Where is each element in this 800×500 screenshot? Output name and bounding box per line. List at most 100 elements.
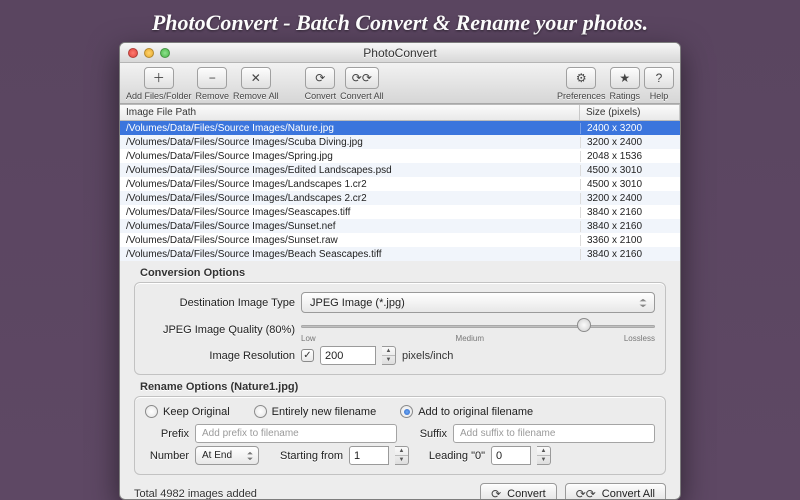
convert-all-label: Convert All bbox=[340, 91, 384, 101]
app-window: PhotoConvert ＋ Add Files/Folder − Remove… bbox=[119, 42, 681, 500]
titlebar: PhotoConvert bbox=[120, 43, 680, 63]
remove-button[interactable]: − bbox=[197, 67, 227, 89]
ratings-button[interactable]: ★ bbox=[610, 67, 640, 89]
suffix-label: Suffix bbox=[403, 428, 447, 440]
minimize-icon[interactable] bbox=[144, 48, 154, 58]
cell-size: 4500 x 3010 bbox=[580, 179, 680, 190]
cell-size: 3840 x 2160 bbox=[580, 207, 680, 218]
cell-path: /Volumes/Data/Files/Source Images/Sunset… bbox=[120, 221, 580, 232]
footer-convert-button[interactable]: ⟳Convert bbox=[480, 483, 557, 500]
star-icon: ★ bbox=[619, 72, 630, 84]
table-row[interactable]: /Volumes/Data/Files/Source Images/Seasca… bbox=[120, 205, 680, 219]
quality-label: JPEG Image Quality (80%) bbox=[145, 324, 295, 336]
table-header: Image File Path Size (pixels) bbox=[120, 105, 680, 121]
table-body: /Volumes/Data/Files/Source Images/Nature… bbox=[120, 121, 680, 261]
help-button[interactable]: ? bbox=[644, 67, 674, 89]
leading-zero-field[interactable]: 0 bbox=[491, 446, 531, 465]
dest-type-value: JPEG Image (*.jpg) bbox=[310, 297, 405, 309]
conversion-options-title: Conversion Options bbox=[140, 267, 666, 279]
suffix-field[interactable]: Add suffix to filename bbox=[453, 424, 655, 443]
quality-slider[interactable] bbox=[301, 316, 655, 336]
cell-path: /Volumes/Data/Files/Source Images/Seasca… bbox=[120, 207, 580, 218]
resolution-field[interactable]: 200 bbox=[320, 346, 376, 365]
dest-type-label: Destination Image Type bbox=[145, 297, 295, 309]
dest-type-select[interactable]: JPEG Image (*.jpg) bbox=[301, 292, 655, 313]
table-row[interactable]: /Volumes/Data/Files/Source Images/Nature… bbox=[120, 121, 680, 135]
preferences-label: Preferences bbox=[557, 91, 606, 101]
preferences-button[interactable]: ⚙ bbox=[566, 67, 596, 89]
plus-icon: ＋ bbox=[153, 72, 165, 84]
add-files-button[interactable]: ＋ bbox=[144, 67, 174, 89]
toolbar: ＋ Add Files/Folder − Remove ✕ Remove All… bbox=[120, 63, 680, 104]
rename-options-group: Keep Original Entirely new filename Add … bbox=[134, 396, 666, 475]
cell-size: 4500 x 3010 bbox=[580, 165, 680, 176]
convert-all-button[interactable]: ⟳⟳ bbox=[345, 67, 379, 89]
radio-add-to-filename[interactable]: Add to original filename bbox=[400, 405, 533, 418]
cell-path: /Volumes/Data/Files/Source Images/Spring… bbox=[120, 151, 580, 162]
help-label: Help bbox=[650, 91, 669, 101]
remove-all-label: Remove All bbox=[233, 91, 279, 101]
convert-all-icon: ⟳⟳ bbox=[352, 72, 372, 84]
remove-label: Remove bbox=[196, 91, 230, 101]
cell-size: 3840 x 2160 bbox=[580, 249, 680, 260]
x-icon: ✕ bbox=[251, 72, 261, 84]
window-title: PhotoConvert bbox=[120, 46, 680, 60]
convert-button[interactable]: ⟳ bbox=[305, 67, 335, 89]
leading-zero-label: Leading "0" bbox=[415, 450, 485, 462]
file-table: Image File Path Size (pixels) /Volumes/D… bbox=[120, 104, 680, 261]
ratings-label: Ratings bbox=[609, 91, 640, 101]
starting-from-label: Starting from bbox=[265, 450, 343, 462]
resolution-checkbox[interactable]: ✓ bbox=[301, 349, 314, 362]
starting-from-stepper[interactable]: ▲▼ bbox=[395, 446, 409, 465]
resolution-stepper[interactable]: ▲▼ bbox=[382, 346, 396, 365]
prefix-field[interactable]: Add prefix to filename bbox=[195, 424, 397, 443]
table-row[interactable]: /Volumes/Data/Files/Source Images/Spring… bbox=[120, 149, 680, 163]
convert-label: Convert bbox=[305, 91, 337, 101]
close-icon[interactable] bbox=[128, 48, 138, 58]
resolution-unit: pixels/inch bbox=[402, 350, 453, 362]
zoom-icon[interactable] bbox=[160, 48, 170, 58]
footer-convert-all-button[interactable]: ⟳⟳Convert All bbox=[565, 483, 666, 500]
minus-icon: − bbox=[209, 72, 216, 84]
leading-zero-stepper[interactable]: ▲▼ bbox=[537, 446, 551, 465]
cell-path: /Volumes/Data/Files/Source Images/Scuba … bbox=[120, 137, 580, 148]
radio-new-filename[interactable]: Entirely new filename bbox=[254, 405, 377, 418]
table-row[interactable]: /Volumes/Data/Files/Source Images/Sunset… bbox=[120, 233, 680, 247]
add-files-label: Add Files/Folder bbox=[126, 91, 192, 101]
convert-icon: ⟳ bbox=[491, 488, 501, 500]
cell-path: /Volumes/Data/Files/Source Images/Nature… bbox=[120, 123, 580, 134]
conversion-options-group: Destination Image Type JPEG Image (*.jpg… bbox=[134, 282, 666, 375]
slider-thumb[interactable] bbox=[577, 318, 591, 332]
remove-all-button[interactable]: ✕ bbox=[241, 67, 271, 89]
cell-size: 2400 x 3200 bbox=[580, 123, 680, 134]
cell-path: /Volumes/Data/Files/Source Images/Landsc… bbox=[120, 179, 580, 190]
radio-keep-original[interactable]: Keep Original bbox=[145, 405, 230, 418]
cell-path: /Volumes/Data/Files/Source Images/Edited… bbox=[120, 165, 580, 176]
table-row[interactable]: /Volumes/Data/Files/Source Images/Scuba … bbox=[120, 135, 680, 149]
gear-icon: ⚙ bbox=[576, 72, 587, 84]
status-text: Total 4982 images added bbox=[134, 488, 257, 500]
cell-size: 3360 x 2100 bbox=[580, 235, 680, 246]
number-position-select[interactable]: At End bbox=[195, 446, 259, 465]
column-size[interactable]: Size (pixels) bbox=[580, 105, 680, 120]
cell-path: /Volumes/Data/Files/Source Images/Beach … bbox=[120, 249, 580, 260]
table-row[interactable]: /Volumes/Data/Files/Source Images/Landsc… bbox=[120, 177, 680, 191]
table-row[interactable]: /Volumes/Data/Files/Source Images/Landsc… bbox=[120, 191, 680, 205]
cell-size: 3200 x 2400 bbox=[580, 137, 680, 148]
help-icon: ? bbox=[656, 72, 663, 84]
prefix-label: Prefix bbox=[145, 428, 189, 440]
table-row[interactable]: /Volumes/Data/Files/Source Images/Sunset… bbox=[120, 219, 680, 233]
column-path[interactable]: Image File Path bbox=[120, 105, 580, 120]
table-row[interactable]: /Volumes/Data/Files/Source Images/Edited… bbox=[120, 163, 680, 177]
starting-from-field[interactable]: 1 bbox=[349, 446, 389, 465]
cell-path: /Volumes/Data/Files/Source Images/Landsc… bbox=[120, 193, 580, 204]
table-row[interactable]: /Volumes/Data/Files/Source Images/Beach … bbox=[120, 247, 680, 261]
cell-size: 2048 x 1536 bbox=[580, 151, 680, 162]
rename-options-title: Rename Options (Nature1.jpg) bbox=[140, 381, 666, 393]
cell-size: 3200 x 2400 bbox=[580, 193, 680, 204]
convert-all-icon: ⟳⟳ bbox=[576, 488, 596, 500]
marketing-tagline: PhotoConvert - Batch Convert & Rename yo… bbox=[152, 10, 648, 36]
number-label: Number bbox=[145, 450, 189, 462]
cell-size: 3840 x 2160 bbox=[580, 221, 680, 232]
convert-icon: ⟳ bbox=[315, 72, 325, 84]
